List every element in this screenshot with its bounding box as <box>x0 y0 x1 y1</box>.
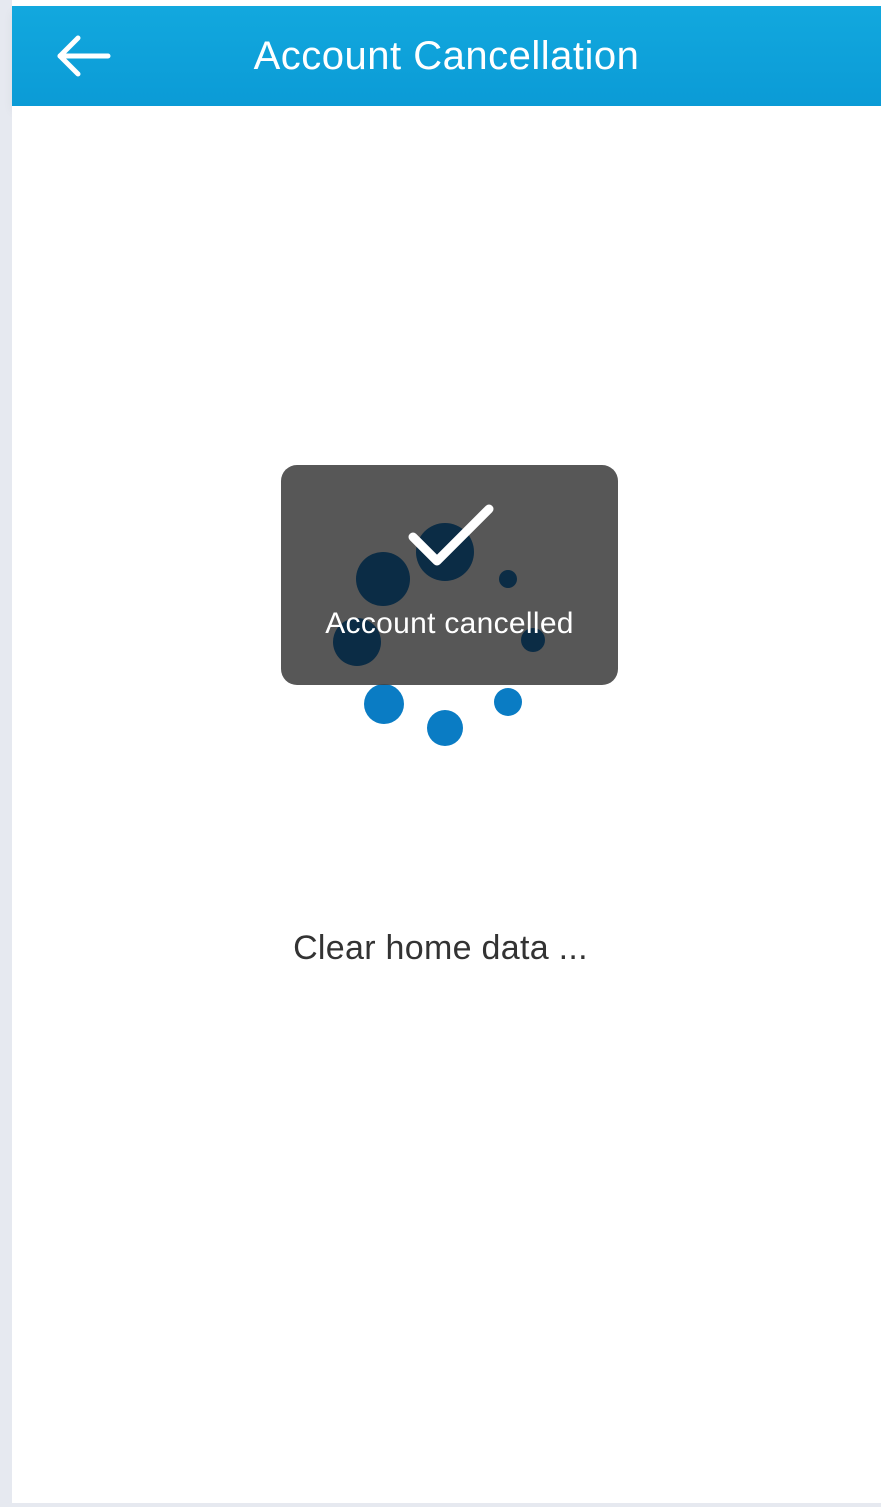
app-header: Account Cancellation <box>12 6 881 106</box>
loading-status-text: Clear home data ... <box>293 929 588 967</box>
left-edge <box>0 0 12 1507</box>
toast-message: Account cancelled <box>325 607 574 640</box>
page-content <box>12 106 881 1503</box>
success-toast: Account cancelled <box>281 465 618 685</box>
page-title: Account Cancellation <box>253 34 640 78</box>
spinner-dot <box>356 552 410 606</box>
spinner-dot <box>499 570 517 588</box>
checkmark-icon <box>408 504 494 566</box>
bottom-edge <box>0 1503 881 1507</box>
